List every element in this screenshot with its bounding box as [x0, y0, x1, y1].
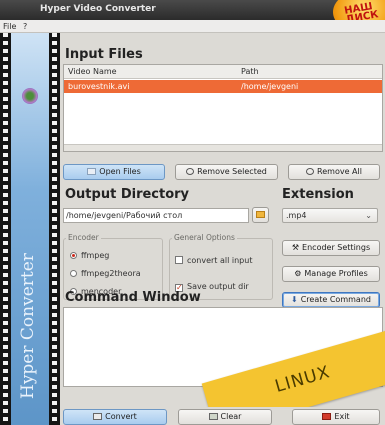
sidebar-label: Hyper Converter — [18, 253, 38, 399]
output-directory-field[interactable]: /home/jevgeni/Рабочий стол — [63, 208, 249, 223]
title-bar: Hyper Video Converter — [0, 0, 385, 20]
exit-icon — [322, 413, 332, 420]
encoder-settings-button[interactable]: ⚒ Encoder Settings — [282, 240, 380, 256]
general-options-label: General Options — [172, 233, 237, 242]
sticker-text: LINUX — [272, 362, 333, 397]
row-path: /home/jevgeni — [241, 82, 299, 91]
folder-icon — [256, 211, 265, 218]
remove-all-icon — [306, 168, 315, 175]
radio-icon — [70, 252, 77, 259]
encoder-option-ffmpeg[interactable]: ffmpeg — [70, 251, 109, 260]
clear-icon — [208, 413, 218, 420]
radio-icon — [70, 270, 77, 277]
app-logo-icon — [22, 88, 38, 104]
profiles-icon: ⚙ — [294, 269, 302, 278]
remove-icon — [186, 168, 195, 175]
film-perforations-right — [52, 33, 57, 425]
command-window-heading: Command Window — [65, 290, 201, 305]
film-strip-sidebar: Hyper Converter — [0, 33, 60, 425]
create-icon: ⬇ — [291, 295, 298, 304]
open-files-button[interactable]: Open Files — [63, 164, 165, 180]
wrench-icon: ⚒ — [291, 243, 300, 252]
create-command-button[interactable]: ⬇ Create Command — [282, 292, 380, 308]
convert-icon — [93, 413, 103, 420]
clear-button[interactable]: Clear — [178, 409, 272, 425]
column-video-name[interactable]: Video Name — [68, 67, 117, 76]
manage-profiles-button[interactable]: ⚙ Manage Profiles — [282, 266, 380, 282]
menu-file[interactable]: File — [3, 22, 16, 31]
input-files-table[interactable]: Video Name Path burovestnik.avi /home/je… — [63, 64, 383, 152]
extension-heading: Extension — [282, 187, 354, 202]
convert-all-checkbox[interactable]: convert all input — [175, 256, 252, 265]
horizontal-scrollbar[interactable] — [64, 144, 382, 151]
column-path[interactable]: Path — [241, 67, 259, 76]
film-perforations-left — [3, 33, 8, 425]
exit-button[interactable]: Exit — [292, 409, 380, 425]
extension-value: .mp4 — [286, 211, 307, 220]
encoder-label: Encoder — [66, 233, 101, 242]
input-files-heading: Input Files — [65, 47, 143, 62]
table-row[interactable]: burovestnik.avi /home/jevgeni — [64, 80, 382, 93]
remove-selected-button[interactable]: Remove Selected — [175, 164, 278, 180]
remove-all-button[interactable]: Remove All — [288, 164, 380, 180]
convert-button[interactable]: Convert — [63, 409, 167, 425]
browse-folder-button[interactable] — [252, 207, 269, 223]
chevron-down-icon: ⌄ — [365, 211, 372, 220]
menu-help[interactable]: ? — [23, 22, 27, 31]
table-header: Video Name Path — [64, 65, 382, 79]
window-title: Hyper Video Converter — [40, 4, 156, 14]
checkbox-icon — [175, 256, 183, 264]
menu-bar: File ? — [0, 20, 385, 33]
folder-icon — [87, 168, 97, 175]
extension-select[interactable]: .mp4 ⌄ — [282, 208, 378, 223]
row-video-name: burovestnik.avi — [68, 82, 130, 91]
output-directory-heading: Output Directory — [65, 187, 190, 202]
encoder-option-ffmpeg2theora[interactable]: ffmpeg2theora — [70, 269, 141, 278]
